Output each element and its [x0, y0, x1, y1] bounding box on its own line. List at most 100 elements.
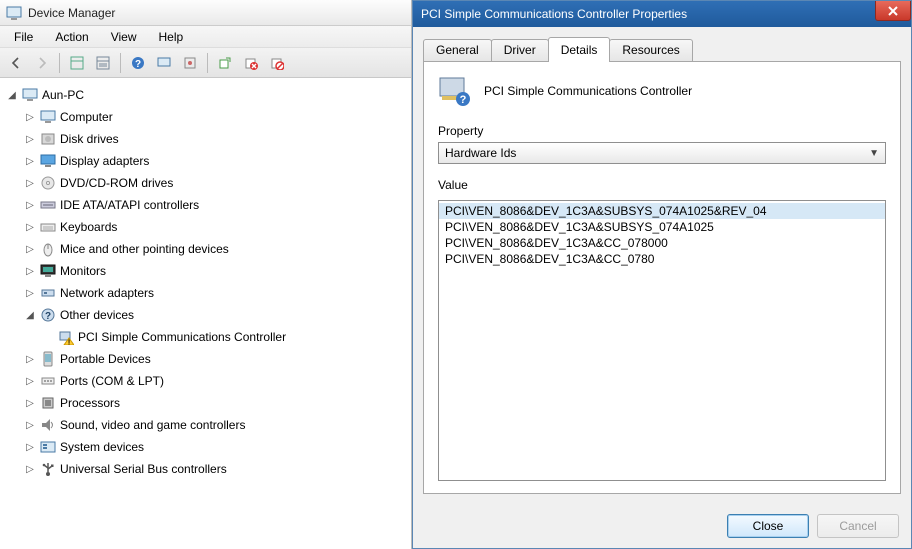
expand-icon[interactable]: ▷: [24, 463, 36, 475]
expand-icon[interactable]: ▷: [24, 375, 36, 387]
device-item[interactable]: !PCI Simple Communications Controller: [42, 326, 411, 348]
expand-icon[interactable]: ▷: [24, 419, 36, 431]
category-label: Ports (COM & LPT): [60, 374, 164, 388]
dlg-body: GeneralDriverDetailsResources ? PCI Simp…: [413, 27, 911, 504]
expand-icon[interactable]: ▷: [24, 287, 36, 299]
category-label: Display adapters: [60, 154, 149, 168]
hardware-id-item[interactable]: PCI\VEN_8086&DEV_1C3A&CC_0780: [439, 251, 885, 267]
expand-icon[interactable]: ▷: [24, 133, 36, 145]
expand-icon[interactable]: ▷: [24, 177, 36, 189]
category-display[interactable]: ▷ Display adapters: [24, 150, 411, 172]
category-label: DVD/CD-ROM drives: [60, 176, 173, 190]
hardware-id-item[interactable]: PCI\VEN_8086&DEV_1C3A&SUBSYS_074A1025&RE…: [439, 203, 885, 219]
tb-show-hide[interactable]: [65, 51, 89, 75]
svg-text:?: ?: [45, 311, 51, 322]
svg-text:?: ?: [135, 59, 141, 70]
tb-sep3: [207, 53, 208, 73]
property-dropdown[interactable]: Hardware Ids ▼: [438, 142, 886, 164]
cancel-button: Cancel: [817, 514, 899, 538]
category-network[interactable]: ▷ Network adapters: [24, 282, 411, 304]
tab-details[interactable]: Details: [548, 37, 611, 62]
menu-action[interactable]: Action: [45, 28, 98, 46]
network-icon: [40, 285, 56, 301]
tab-details-panel: ? PCI Simple Communications Controller P…: [423, 61, 901, 494]
tab-general[interactable]: General: [423, 39, 492, 61]
tb-back[interactable]: [4, 51, 28, 75]
category-label: Computer: [60, 110, 113, 124]
expand-icon[interactable]: ▷: [24, 353, 36, 365]
tb-help[interactable]: ?: [126, 51, 150, 75]
tb-update-driver[interactable]: [213, 51, 237, 75]
portable-icon: [40, 351, 56, 367]
menu-file[interactable]: File: [4, 28, 43, 46]
dlg-button-row: Close Cancel: [413, 504, 911, 548]
hardware-id-item[interactable]: PCI\VEN_8086&DEV_1C3A&SUBSYS_074A1025: [439, 219, 885, 235]
category-keyboard[interactable]: ▷ Keyboards: [24, 216, 411, 238]
svg-text:?: ?: [460, 94, 467, 106]
category-mouse[interactable]: ▷Mice and other pointing devices: [24, 238, 411, 260]
category-port[interactable]: ▷ Ports (COM & LPT): [24, 370, 411, 392]
expand-icon[interactable]: ▷: [24, 441, 36, 453]
category-other[interactable]: ◢? Other devices: [24, 304, 411, 326]
keyboard-icon: [40, 219, 56, 235]
tb-forward[interactable]: [30, 51, 54, 75]
category-label: Network adapters: [60, 286, 154, 300]
expand-icon[interactable]: ▷: [24, 199, 36, 211]
properties-dialog: PCI Simple Communications Controller Pro…: [412, 0, 912, 549]
tab-resources[interactable]: Resources: [609, 39, 692, 61]
tb-uninstall[interactable]: [239, 51, 263, 75]
close-button[interactable]: Close: [727, 514, 809, 538]
tb-disable[interactable]: [265, 51, 289, 75]
device-manager-icon: [6, 5, 22, 21]
property-label: Property: [438, 124, 886, 138]
tb-scan[interactable]: [152, 51, 176, 75]
dlg-close-button[interactable]: [875, 1, 911, 21]
display-icon: [40, 153, 56, 169]
category-label: Sound, video and game controllers: [60, 418, 245, 432]
category-label: Universal Serial Bus controllers: [60, 462, 227, 476]
other-icon: ?: [40, 307, 56, 323]
pci-device-icon: ?: [438, 74, 472, 108]
category-disk[interactable]: ▷Disk drives: [24, 128, 411, 150]
category-usb[interactable]: ▷ Universal Serial Bus controllers: [24, 458, 411, 480]
expand-icon[interactable]: ▷: [24, 265, 36, 277]
dm-title-label: Device Manager: [28, 6, 115, 20]
category-system[interactable]: ▷System devices: [24, 436, 411, 458]
expand-icon[interactable]: ▷: [24, 221, 36, 233]
device-tree[interactable]: ◢ Aun-PC ▷Computer▷Disk drives▷Display a…: [0, 78, 411, 549]
category-ide[interactable]: ▷IDE ATA/ATAPI controllers: [24, 194, 411, 216]
category-label: Processors: [60, 396, 120, 410]
menu-view[interactable]: View: [101, 28, 147, 46]
expand-icon[interactable]: ▷: [24, 111, 36, 123]
category-sound[interactable]: ▷ Sound, video and game controllers: [24, 414, 411, 436]
hardware-id-item[interactable]: PCI\VEN_8086&DEV_1C3A&CC_078000: [439, 235, 885, 251]
category-label: Keyboards: [60, 220, 117, 234]
tb-action[interactable]: [178, 51, 202, 75]
tb-sep1: [59, 53, 60, 73]
tree-root[interactable]: ◢ Aun-PC: [6, 84, 411, 106]
tab-strip: GeneralDriverDetailsResources: [423, 37, 901, 61]
tb-properties[interactable]: [91, 51, 115, 75]
category-computer[interactable]: ▷ Computer: [24, 106, 411, 128]
value-listbox[interactable]: PCI\VEN_8086&DEV_1C3A&SUBSYS_074A1025&RE…: [438, 200, 886, 481]
category-monitor[interactable]: ▷Monitors: [24, 260, 411, 282]
dlg-titlebar[interactable]: PCI Simple Communications Controller Pro…: [413, 1, 911, 27]
collapse-icon[interactable]: ◢: [6, 89, 18, 101]
expand-icon[interactable]: ▷: [24, 155, 36, 167]
chevron-down-icon: ▼: [869, 148, 879, 159]
property-selected-label: Hardware Ids: [445, 146, 516, 160]
collapse-icon[interactable]: ◢: [24, 309, 36, 321]
toolbar: ?: [0, 48, 411, 78]
tab-driver[interactable]: Driver: [491, 39, 549, 61]
category-cpu[interactable]: ▷ Processors: [24, 392, 411, 414]
expand-icon[interactable]: ▷: [24, 397, 36, 409]
category-portable[interactable]: ▷Portable Devices: [24, 348, 411, 370]
usb-icon: [40, 461, 56, 477]
category-cd[interactable]: ▷ DVD/CD-ROM drives: [24, 172, 411, 194]
disk-icon: [40, 131, 56, 147]
expand-icon[interactable]: ▷: [24, 243, 36, 255]
menu-help[interactable]: Help: [149, 28, 194, 46]
ide-icon: [40, 197, 56, 213]
category-label: Other devices: [60, 308, 134, 322]
system-icon: [40, 439, 56, 455]
